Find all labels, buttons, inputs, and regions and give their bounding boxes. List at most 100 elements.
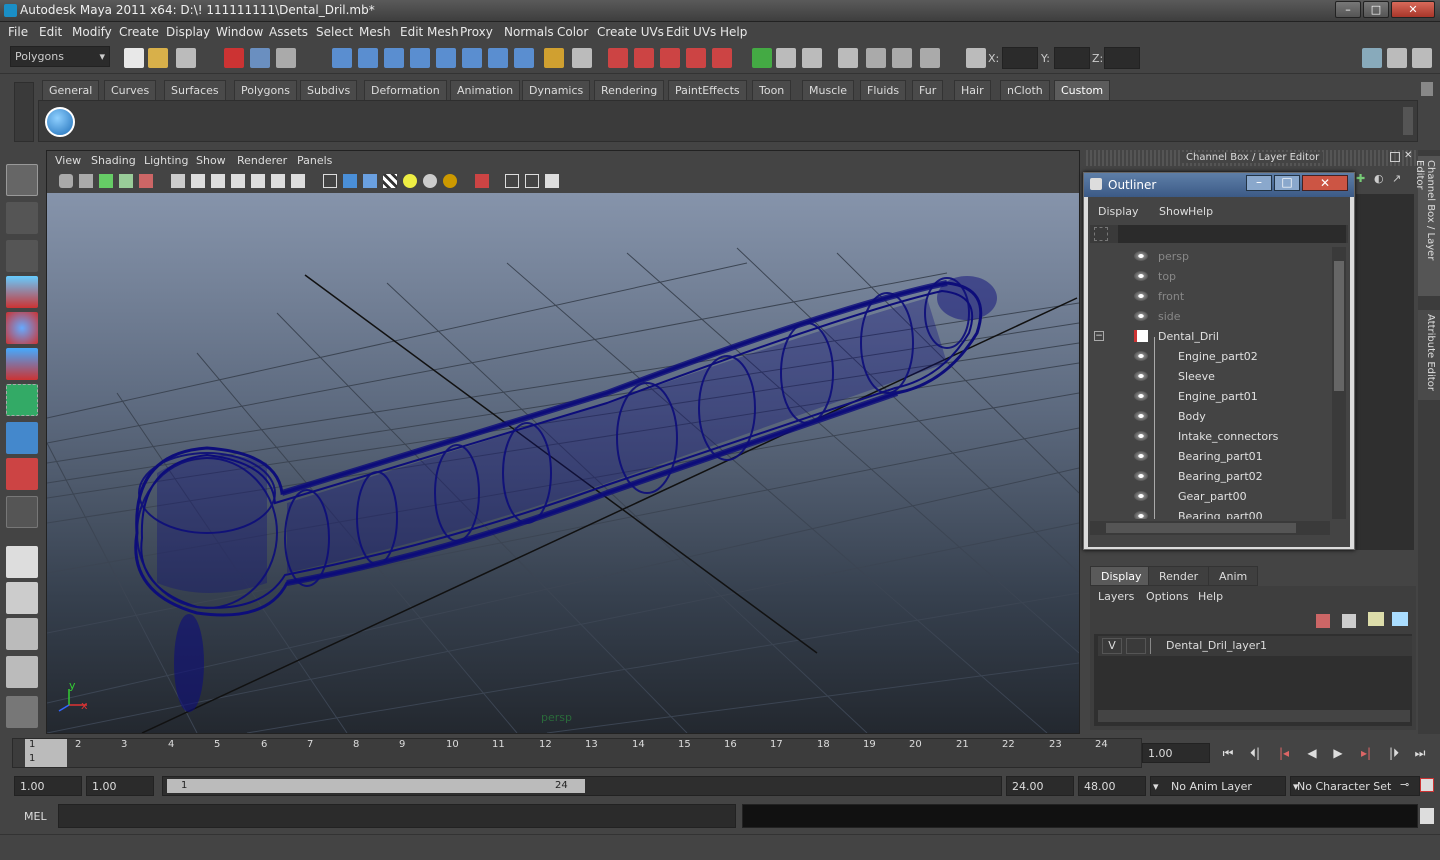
rename-icon[interactable] — [838, 48, 858, 68]
outliner-item-gear-part00[interactable]: Gear_part00 — [1090, 487, 1330, 507]
playback-end-field[interactable]: 24.00 — [1006, 776, 1074, 796]
select-component-icon[interactable] — [276, 48, 296, 68]
outliner-close-button[interactable]: ✕ — [1302, 175, 1348, 191]
animation-preferences-icon[interactable] — [1420, 778, 1434, 792]
outliner-item-top[interactable]: top — [1090, 267, 1330, 287]
layer-menu-options[interactable]: Options — [1146, 590, 1188, 603]
y-input[interactable] — [1054, 47, 1090, 69]
menu-edit[interactable]: Edit — [39, 25, 62, 39]
z-input[interactable] — [1104, 47, 1140, 69]
shelf-tab-custom[interactable]: Custom — [1054, 80, 1111, 100]
field-chart-icon[interactable] — [251, 174, 265, 188]
shelf-tab-subdivs[interactable]: Subdivs — [300, 80, 358, 100]
close-button[interactable]: ✕ — [1391, 1, 1435, 18]
help-icon[interactable] — [514, 48, 534, 68]
shelf-tab-polygons[interactable]: Polygons — [234, 80, 297, 100]
outliner-menu-display[interactable]: Display — [1098, 205, 1139, 218]
go-to-start-icon[interactable]: ⏮ — [1218, 746, 1238, 764]
grid-icon[interactable] — [171, 174, 185, 188]
outliner-maximize-button[interactable]: □ — [1274, 175, 1300, 191]
shelf-tab-rendering[interactable]: Rendering — [594, 80, 665, 100]
menu-modify[interactable]: Modify — [72, 25, 112, 39]
select-tool-icon[interactable] — [6, 164, 38, 196]
cloth-icon[interactable] — [920, 48, 940, 68]
film-gate-icon[interactable] — [191, 174, 205, 188]
shelf-tab-painteffects[interactable]: PaintEffects — [668, 80, 747, 100]
collapse-icon[interactable]: − — [1094, 331, 1104, 341]
layer-color-icon[interactable] — [1150, 638, 1164, 654]
select-object-icon[interactable] — [250, 48, 270, 68]
soft-modification-icon[interactable] — [6, 422, 38, 454]
viewport-menu-show[interactable]: Show — [196, 154, 226, 167]
viewport-menu-shading[interactable]: Shading — [91, 154, 136, 167]
render-icon[interactable] — [608, 48, 628, 68]
outliner-item-sleeve[interactable]: Sleeve — [1090, 367, 1330, 387]
attribute-editor-toggle-icon[interactable] — [1362, 48, 1382, 68]
viewport-menu-panels[interactable]: Panels — [297, 154, 332, 167]
paint-select-tool-icon[interactable] — [6, 240, 38, 272]
open-scene-icon[interactable] — [148, 48, 168, 68]
outliner-horizontal-scrollbar[interactable] — [1090, 521, 1330, 535]
textured-icon[interactable] — [383, 174, 397, 188]
safe-action-icon[interactable] — [271, 174, 285, 188]
menu-assets[interactable]: Assets — [269, 25, 308, 39]
playback-start-field[interactable]: 1.00 — [86, 776, 154, 796]
perspective-viewport[interactable]: y x persp — [47, 193, 1079, 733]
wireframe-icon[interactable] — [323, 174, 337, 188]
shelf-scroll-icon[interactable] — [1403, 107, 1413, 135]
select-hierarchy-icon[interactable] — [224, 48, 244, 68]
maximize-button[interactable]: □ — [1363, 1, 1389, 18]
step-back-frame-icon[interactable]: ⏴| — [1245, 746, 1265, 764]
shelf-options-icon[interactable] — [14, 82, 34, 142]
history-icon[interactable] — [572, 48, 592, 68]
hypershade-icon[interactable] — [686, 48, 706, 68]
layer-tab-anim[interactable]: Anim — [1208, 566, 1259, 586]
resolution-gate-icon[interactable] — [211, 174, 225, 188]
render-view-icon[interactable] — [712, 48, 732, 68]
outliner-menu-help[interactable]: Help — [1188, 205, 1213, 218]
smooth-shade-icon[interactable] — [343, 174, 357, 188]
single-perspective-layout-icon[interactable] — [6, 546, 38, 578]
scale-tool-icon[interactable] — [6, 348, 38, 380]
menu-set-dropdown[interactable]: Polygons ▾ — [10, 46, 110, 67]
outliner-minimize-button[interactable]: – — [1246, 175, 1272, 191]
layer-tab-display[interactable]: Display — [1090, 566, 1153, 586]
menu-create[interactable]: Create — [119, 25, 159, 39]
menu-create-uvs[interactable]: Create UVs — [597, 25, 664, 39]
new-scene-icon[interactable] — [124, 48, 144, 68]
anim-layer-dropdown[interactable]: ▾ No Anim Layer — [1150, 776, 1286, 796]
render-settings-icon[interactable] — [660, 48, 680, 68]
current-time-field[interactable]: 1.00 — [1142, 743, 1210, 763]
outliner-item-body[interactable]: Body — [1090, 407, 1330, 427]
input-line-icon[interactable] — [752, 48, 772, 68]
outliner-item-intake-connectors[interactable]: Intake_connectors — [1090, 427, 1330, 447]
menu-display[interactable]: Display — [166, 25, 210, 39]
new-layer-icon[interactable] — [1368, 612, 1384, 626]
outliner-item-bearing-part02[interactable]: Bearing_part02 — [1090, 467, 1330, 487]
layer-tab-render[interactable]: Render — [1148, 566, 1210, 586]
shelf-tab-muscle[interactable]: Muscle — [802, 80, 855, 100]
hair-icon[interactable] — [892, 48, 912, 68]
shelf-tab-surfaces[interactable]: Surfaces — [164, 80, 226, 100]
shelf-tab-ncloth[interactable]: nCloth — [1000, 80, 1050, 100]
rotate-tool-icon[interactable] — [6, 312, 38, 344]
outliner-scroll-thumb[interactable] — [1334, 261, 1344, 391]
outliner-vertical-scrollbar[interactable] — [1332, 247, 1346, 519]
menu-help[interactable]: Help — [720, 25, 747, 39]
lock-icon[interactable] — [544, 48, 564, 68]
menu-proxy[interactable]: Proxy — [460, 25, 493, 39]
move-tool-icon[interactable] — [6, 276, 38, 308]
range-slider[interactable]: 1 24 — [162, 776, 1002, 796]
channel-info-icon[interactable]: ◐ — [1374, 172, 1384, 185]
range-slider-handle[interactable] — [167, 779, 585, 793]
save-scene-icon[interactable] — [176, 48, 196, 68]
menu-select[interactable]: Select — [316, 25, 353, 39]
shelf-tab-toon[interactable]: Toon — [752, 80, 792, 100]
last-tool-icon[interactable] — [6, 496, 38, 528]
menu-file[interactable]: File — [8, 25, 28, 39]
checkmark-tool-icon[interactable] — [45, 107, 75, 137]
layer-menu-layers[interactable]: Layers — [1098, 590, 1134, 603]
shelf-tab-dynamics[interactable]: Dynamics — [522, 80, 591, 100]
viewport-menu-view[interactable]: View — [55, 154, 81, 167]
layer-visibility-toggle[interactable]: V — [1102, 638, 1122, 654]
